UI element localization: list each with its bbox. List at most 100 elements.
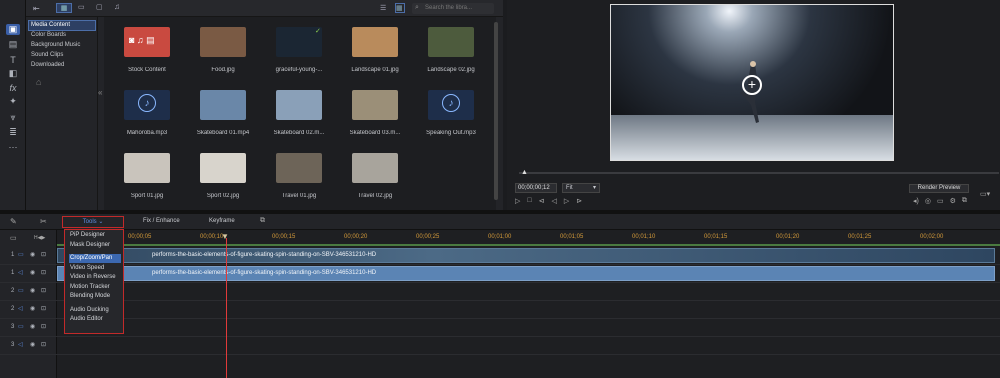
title-room-icon[interactable]: T — [6, 54, 20, 65]
grid-view-icon[interactable]: ▦ — [395, 3, 405, 13]
media-room-icon[interactable]: ▣ — [6, 24, 20, 35]
preview-frame[interactable]: + — [610, 4, 894, 161]
step-forward-icon[interactable]: ▷ — [564, 197, 569, 205]
video-track-icon[interactable]: ▭ — [18, 323, 24, 330]
visibility-icon[interactable]: ◉ — [30, 305, 35, 312]
visibility-icon[interactable]: ◉ — [30, 269, 35, 276]
export-frame-icon[interactable]: ⧉ — [260, 217, 265, 225]
image-filter-icon[interactable]: ▭ — [78, 3, 85, 11]
tools-menu-item[interactable]: Audio Editor — [69, 315, 121, 324]
audio-clip[interactable]: performs-the-basic-elements-of-figure-sk… — [57, 266, 995, 281]
visibility-icon[interactable]: ◉ — [30, 341, 35, 348]
tools-menu-item[interactable]: Audio Ducking — [69, 306, 121, 315]
category-item[interactable]: Media Content — [28, 20, 96, 31]
search-box[interactable]: ⌕ Search the libra... — [412, 3, 494, 14]
lock-icon[interactable]: ⊡ — [41, 323, 46, 330]
fx-room-icon[interactable]: fx — [6, 82, 20, 93]
more-icon[interactable]: ⋯ — [6, 142, 20, 153]
video-track-icon[interactable]: ▭ — [18, 287, 24, 294]
video-track-icon[interactable]: ▭ — [18, 251, 24, 258]
step-back-icon[interactable]: ◁ — [552, 197, 557, 205]
tools-menu-item[interactable]: PiP Designer — [69, 231, 121, 240]
audio-mix-icon[interactable]: ≣ — [6, 127, 20, 138]
fix-enhance-button[interactable]: Fix / Enhance — [143, 218, 180, 224]
media-tile[interactable]: Landscape 01.jpg — [351, 27, 406, 77]
move-handle-icon[interactable]: + — [742, 75, 762, 95]
prev-frame-icon[interactable]: ⊲ — [539, 197, 545, 205]
media-tile[interactable]: ♪ Speaking Out.mp3 — [426, 90, 482, 140]
stop-icon[interactable]: □ — [527, 197, 531, 205]
collapse-library-icon[interactable]: « — [98, 88, 102, 97]
tools-menu-item[interactable]: Mask Designer — [69, 241, 121, 250]
media-tile[interactable]: Skateboard 01.mp4 — [197, 90, 254, 140]
scrubber-handle-icon[interactable]: ▲ — [521, 169, 528, 176]
track-manager-icon[interactable]: ▭ — [10, 234, 17, 242]
media-tile[interactable]: Travel 02.jpg — [352, 153, 406, 203]
tools-menu-item[interactable]: Video in Reverse — [69, 273, 121, 282]
category-item[interactable]: Downloaded — [29, 61, 95, 70]
media-tile[interactable]: Skateboard 03.m... — [350, 90, 406, 140]
volume-icon[interactable]: ◂) — [913, 197, 919, 205]
playhead-handle-icon[interactable]: ▼ — [221, 232, 229, 241]
timecode-field[interactable]: 00;00;00;12 — [515, 183, 557, 193]
split-icon[interactable]: ✂ — [40, 217, 47, 226]
media-tile[interactable]: ◙ ♫ ▤ Stock Content — [124, 27, 178, 77]
snapshot-icon[interactable]: ◎ — [925, 197, 931, 205]
next-frame-icon[interactable]: ⊳ — [576, 197, 582, 205]
settings-icon[interactable]: ⚙ — [950, 197, 956, 205]
media-tile[interactable]: Sport 02.jpg — [200, 153, 254, 203]
audio-track-icon[interactable]: ◁ — [18, 305, 23, 312]
preview-menu-icon[interactable]: ▭▾ — [980, 190, 990, 198]
time-ruler[interactable]: 00;00;05 00;00;10 00;00;15 00;00;20 00;00;25… — [57, 230, 1000, 245]
visibility-icon[interactable]: ◉ — [30, 251, 35, 258]
search-input[interactable]: Search the libra... — [425, 5, 472, 11]
import-icon[interactable]: ⇤ — [33, 4, 40, 13]
visibility-icon[interactable]: ◉ — [30, 323, 35, 330]
pip-room-icon[interactable]: ◧ — [6, 68, 20, 79]
media-tile[interactable]: Travel 01.jpg — [276, 153, 330, 203]
video-filter-icon[interactable]: ▦ — [56, 3, 72, 13]
lock-icon[interactable]: ⊡ — [41, 287, 46, 294]
keyframe-button[interactable]: Keyframe — [209, 218, 235, 224]
ruler-label: 00;01;00 — [488, 234, 512, 240]
library-scrollbar[interactable] — [494, 22, 498, 200]
render-preview-button[interactable]: Render Preview — [909, 184, 969, 193]
particle-room-icon[interactable]: ✦ — [6, 96, 20, 107]
tools-dropdown-button[interactable]: Tools ⌄ — [62, 216, 124, 228]
category-item[interactable]: Sound Clips — [29, 51, 95, 60]
media-tile[interactable]: Sport 01.jpg — [124, 153, 178, 203]
effects-room-icon[interactable]: ▤ — [6, 39, 20, 50]
play-icon[interactable]: ▷ — [515, 197, 520, 205]
media-tile[interactable]: Landscape 02.jpg — [427, 27, 482, 77]
tools-menu-item[interactable]: Video Speed — [69, 264, 121, 273]
undock-icon[interactable]: ⧉ — [962, 197, 967, 205]
tools-menu-item[interactable]: Blending Mode — [69, 292, 121, 301]
category-item[interactable]: Background Music — [29, 41, 95, 50]
tools-menu-item[interactable]: Crop/Zoom/Pan — [69, 254, 121, 263]
preview-scrubber[interactable] — [519, 172, 999, 174]
category-item[interactable]: Color Boards — [29, 31, 95, 40]
media-tile[interactable]: Skateboard 02.m... — [274, 90, 330, 140]
lock-icon[interactable]: ⊡ — [41, 305, 46, 312]
tools-menu-item[interactable]: Motion Tracker — [69, 283, 121, 292]
music-filter-icon[interactable]: ♫ — [114, 2, 120, 11]
video-clip[interactable]: performs-the-basic-elements-of-figure-sk… — [57, 248, 995, 263]
monitor-icon[interactable]: ▭ — [937, 197, 944, 205]
media-tile[interactable]: ✓ graceful-young-... — [276, 27, 330, 77]
playhead[interactable] — [226, 238, 227, 378]
transition-room-icon[interactable]: ⩔ — [6, 112, 20, 123]
lock-icon[interactable]: ⊡ — [41, 269, 46, 276]
list-view-icon[interactable]: ☰ — [380, 4, 386, 12]
audio-track-icon[interactable]: ◁ — [18, 269, 23, 276]
audio-filter-icon[interactable]: ▢ — [96, 3, 103, 11]
edit-icon[interactable]: ✎ — [10, 217, 17, 226]
lock-icon[interactable]: ⊡ — [41, 251, 46, 258]
media-tile[interactable]: Food.jpg — [200, 27, 254, 77]
visibility-icon[interactable]: ◉ — [30, 287, 35, 294]
tag-icon[interactable]: ⌂ — [36, 77, 41, 87]
audio-track-icon[interactable]: ◁ — [18, 341, 23, 348]
fit-select[interactable]: Fit ▾ — [562, 183, 600, 193]
media-tile[interactable]: ♪ Mahoroba.mp3 — [124, 90, 178, 140]
fit-timeline-icon[interactable]: H◀▶ — [34, 235, 45, 241]
lock-icon[interactable]: ⊡ — [41, 341, 46, 348]
